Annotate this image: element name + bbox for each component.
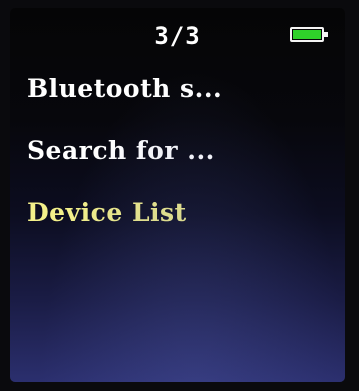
lcd-screen: 3/3 Bluetooth s... Search for ... Device… (10, 8, 345, 382)
menu-item-search-for-devices[interactable]: Search for ... (27, 134, 222, 196)
menu-item-bluetooth-settings[interactable]: Bluetooth s... (27, 72, 222, 134)
menu-list: Bluetooth s... Search for ... Device Lis… (27, 72, 222, 258)
menu-item-device-list[interactable]: Device List (27, 196, 222, 258)
battery-level-fill (293, 30, 321, 39)
device-frame: 3/3 Bluetooth s... Search for ... Device… (0, 0, 359, 391)
battery-icon (290, 27, 328, 42)
